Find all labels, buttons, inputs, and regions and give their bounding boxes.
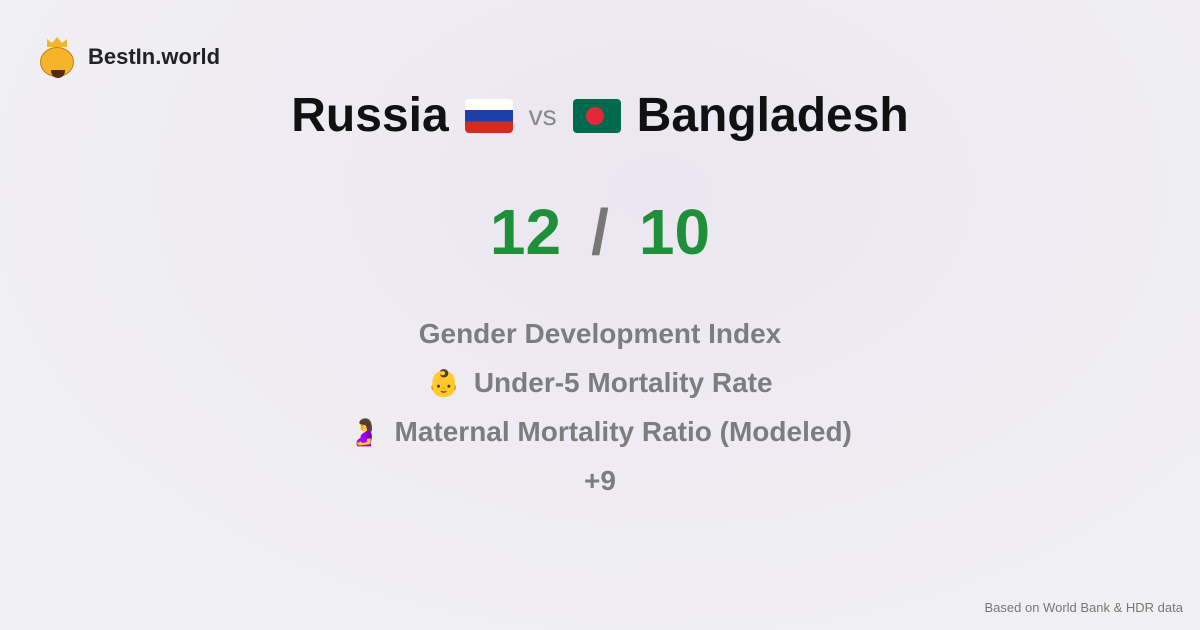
bangladesh-flag-icon <box>572 98 621 133</box>
crown-face-icon <box>40 37 74 78</box>
vs-label: vs <box>528 99 557 131</box>
more-count: +9 <box>584 465 616 496</box>
brand-name: BestIn.world <box>88 44 221 69</box>
russia-flag-icon <box>464 98 513 133</box>
right-country: Bangladesh <box>636 89 909 142</box>
metric-item: 👶 Under-5 Mortality Rate <box>0 365 1200 414</box>
pregnant-woman-icon: 🤰 <box>348 417 381 447</box>
left-score: 12 <box>489 196 562 268</box>
metrics-list: Gender Development Index 👶 Under-5 Mortal… <box>0 316 1200 512</box>
left-country: Russia <box>291 89 449 142</box>
baby-icon: 👶 <box>427 368 460 398</box>
score-separator: / <box>591 196 609 268</box>
metric-label: Maternal Mortality Ratio (Modeled) <box>394 416 852 447</box>
metric-item: Gender Development Index <box>0 316 1200 365</box>
metric-label: Gender Development Index <box>418 318 782 349</box>
metric-item: 🤰 Maternal Mortality Ratio (Modeled) <box>0 414 1200 463</box>
metric-label: Under-5 Mortality Rate <box>473 367 773 398</box>
brand-logo[interactable]: BestIn.world <box>40 37 221 78</box>
data-source-note: Based on World Bank & HDR data <box>984 600 1183 615</box>
score: 12 / 10 <box>0 195 1200 269</box>
comparison-title: Russia vs Bangladesh <box>0 88 1200 143</box>
right-score: 10 <box>638 196 711 268</box>
